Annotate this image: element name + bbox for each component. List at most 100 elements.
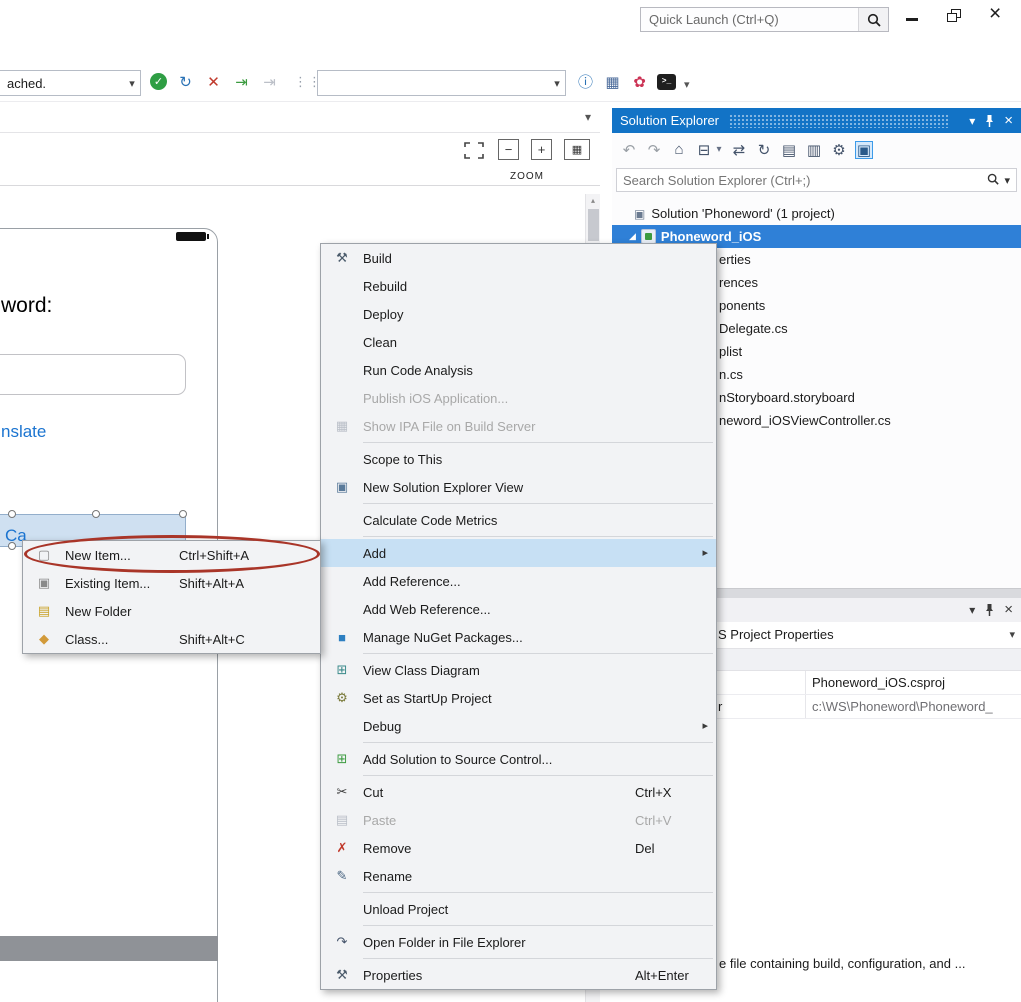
phone-translate-link[interactable]: nslate xyxy=(1,422,46,442)
close-icon[interactable]: × xyxy=(1004,115,1013,127)
context-menu-item[interactable]: Unload Project xyxy=(321,895,716,923)
tree-item-solution[interactable]: ▣ Solution 'Phoneword' (1 project) xyxy=(612,202,1021,225)
menu-item-label: Remove xyxy=(363,841,635,856)
menu-item-shortcut: Shift+Alt+A xyxy=(179,576,320,591)
remove-icon: ✗ xyxy=(321,840,363,856)
search-icon[interactable] xyxy=(987,173,999,188)
cancel-icon[interactable]: ✕ xyxy=(204,72,223,91)
pin-icon[interactable] xyxy=(984,603,995,617)
solution-explorer-titlebar[interactable]: Solution Explorer ▾ × xyxy=(612,108,1021,133)
refresh-icon[interactable]: ↻ xyxy=(755,141,773,159)
flower-icon[interactable]: ✿ xyxy=(630,72,649,91)
context-menu-item[interactable]: ⚒ Build xyxy=(321,244,716,272)
search-icon[interactable] xyxy=(858,8,888,31)
wrench-icon[interactable]: ⚙ xyxy=(830,141,848,159)
context-menu-item[interactable]: ⊞ View Class Diagram xyxy=(321,656,716,684)
context-menu-item[interactable]: Clean xyxy=(321,328,716,356)
selection-handle[interactable] xyxy=(179,510,187,518)
selection-handle[interactable] xyxy=(8,542,16,550)
refresh-icon[interactable]: ↻ xyxy=(176,72,195,91)
close-icon[interactable]: × xyxy=(1004,604,1013,616)
restore-button[interactable] xyxy=(947,9,963,25)
pin-icon[interactable] xyxy=(984,114,995,128)
view-code-icon[interactable]: ▣ xyxy=(855,141,873,159)
window-position-icon[interactable]: ▾ xyxy=(969,603,975,617)
property-value[interactable]: Phoneword_iOS.csproj xyxy=(806,671,1021,694)
submenu-item[interactable]: ▢ New Item... Ctrl+Shift+A xyxy=(23,541,320,569)
pane-dropdown-icon[interactable]: ▾ xyxy=(585,110,591,124)
context-menu-item[interactable]: Add Reference... xyxy=(321,567,716,595)
selection-handle[interactable] xyxy=(8,510,16,518)
scrollbar-thumb[interactable] xyxy=(588,209,599,241)
check-circle-icon[interactable]: ✓ xyxy=(150,73,167,90)
submenu-item[interactable]: ◆ Class... Shift+Alt+C xyxy=(23,625,320,653)
menu-item-label: New Item... xyxy=(65,548,179,563)
expanded-arrow-icon[interactable]: ◢ xyxy=(629,231,636,242)
forward-icon[interactable]: ↷ xyxy=(645,141,663,159)
property-value[interactable]: c:\WS\Phoneword\Phoneword_ xyxy=(806,695,1021,718)
properties-pages-icon[interactable]: ▥ xyxy=(805,141,823,159)
context-menu-item[interactable]: ✂ Cut Ctrl+X xyxy=(321,778,716,806)
menu-item-label: Add Solution to Source Control... xyxy=(363,752,635,767)
context-menu-item[interactable]: ▣ New Solution Explorer View xyxy=(321,473,716,501)
menu-item-label: Properties xyxy=(363,968,635,983)
context-menu-item[interactable]: Add xyxy=(321,539,716,567)
build-icon: ⚒ xyxy=(321,250,363,266)
chevron-down-icon[interactable]: ▾ xyxy=(1004,174,1010,187)
device-combo[interactable]: ached. ▾ xyxy=(0,70,141,96)
snap-grid-icon[interactable]: ▦ xyxy=(564,139,590,160)
solution-explorer-search[interactable]: Search Solution Explorer (Ctrl+;) ▾ xyxy=(616,168,1017,192)
scroll-up-icon[interactable]: ▴ xyxy=(586,194,600,205)
back-icon[interactable]: ↶ xyxy=(620,141,638,159)
context-menu-item[interactable]: Scope to This xyxy=(321,445,716,473)
context-menu-item[interactable]: Rebuild xyxy=(321,272,716,300)
close-button[interactable]: × xyxy=(989,2,1001,26)
show-all-files-icon[interactable]: ▤ xyxy=(780,141,798,159)
context-menu-item[interactable]: ✗ Remove Del xyxy=(321,834,716,862)
zoom-out-icon[interactable]: − xyxy=(498,139,519,160)
dropdown-arrow-icon[interactable]: ▾ xyxy=(715,141,723,159)
context-menu-item[interactable]: ▦ Show IPA File on Build Server xyxy=(321,412,716,440)
deploy-disabled-icon[interactable]: ⇥ xyxy=(260,72,279,91)
context-menu-item[interactable]: ⊞ Add Solution to Source Control... xyxy=(321,745,716,773)
console-icon[interactable]: >_ xyxy=(657,74,676,90)
context-menu-item[interactable]: ↷ Open Folder in File Explorer xyxy=(321,928,716,956)
minimize-button[interactable] xyxy=(905,12,920,26)
deploy-icon[interactable]: ⇥ xyxy=(232,72,251,91)
sync-with-active-document-icon[interactable]: ⇄ xyxy=(730,141,748,159)
home-icon[interactable]: ⌂ xyxy=(670,141,688,159)
context-menu-item[interactable]: Calculate Code Metrics xyxy=(321,506,716,534)
context-menu-item[interactable]: ⚒ Properties Alt+Enter xyxy=(321,961,716,989)
context-menu-item[interactable]: ▤ Paste Ctrl+V xyxy=(321,806,716,834)
submenu-item[interactable]: ▣ Existing Item... Shift+Alt+A xyxy=(23,569,320,597)
quick-launch-box[interactable]: Quick Launch (Ctrl+Q) xyxy=(640,7,889,32)
toolbar-combo[interactable]: ▾ xyxy=(317,70,566,96)
cut-icon: ✂ xyxy=(321,784,363,800)
context-menu-item[interactable]: Debug xyxy=(321,712,716,740)
context-menu-item[interactable]: Deploy xyxy=(321,300,716,328)
collapse-all-icon[interactable]: ⊟ xyxy=(695,141,713,159)
context-menu-item[interactable]: ⚙ Set as StartUp Project xyxy=(321,684,716,712)
phone-text-field[interactable] xyxy=(0,354,186,395)
chevron-down-icon[interactable]: ▾ xyxy=(1009,628,1015,641)
device-combo-text: ached. xyxy=(0,76,124,91)
phone-label[interactable]: word: xyxy=(1,294,52,318)
tree-item-label: Solution 'Phoneword' (1 project) xyxy=(651,206,834,221)
context-menu-item[interactable]: Add Web Reference... xyxy=(321,595,716,623)
context-menu-item[interactable]: ■ Manage NuGet Packages... xyxy=(321,623,716,651)
chevron-down-icon[interactable]: ▾ xyxy=(124,77,140,90)
table-icon[interactable]: ▦ xyxy=(603,72,622,91)
chevron-down-icon[interactable]: ▾ xyxy=(549,77,565,90)
zoom-in-icon[interactable]: + xyxy=(531,139,552,160)
context-menu-item[interactable]: ✎ Rename xyxy=(321,862,716,890)
selection-handle[interactable] xyxy=(92,510,100,518)
fit-to-screen-icon[interactable] xyxy=(464,142,484,162)
submenu-arrow-icon xyxy=(702,719,708,732)
submenu-item[interactable]: ▤ New Folder xyxy=(23,597,320,625)
tree-item-label: Phoneword_iOS xyxy=(661,229,761,244)
info-icon[interactable]: ⓘ xyxy=(576,72,595,91)
toolbar-overflow-icon[interactable]: ▾ xyxy=(684,78,690,91)
context-menu-item[interactable]: Publish iOS Application... xyxy=(321,384,716,412)
context-menu-item[interactable]: Run Code Analysis xyxy=(321,356,716,384)
window-position-icon[interactable]: ▾ xyxy=(969,114,975,128)
